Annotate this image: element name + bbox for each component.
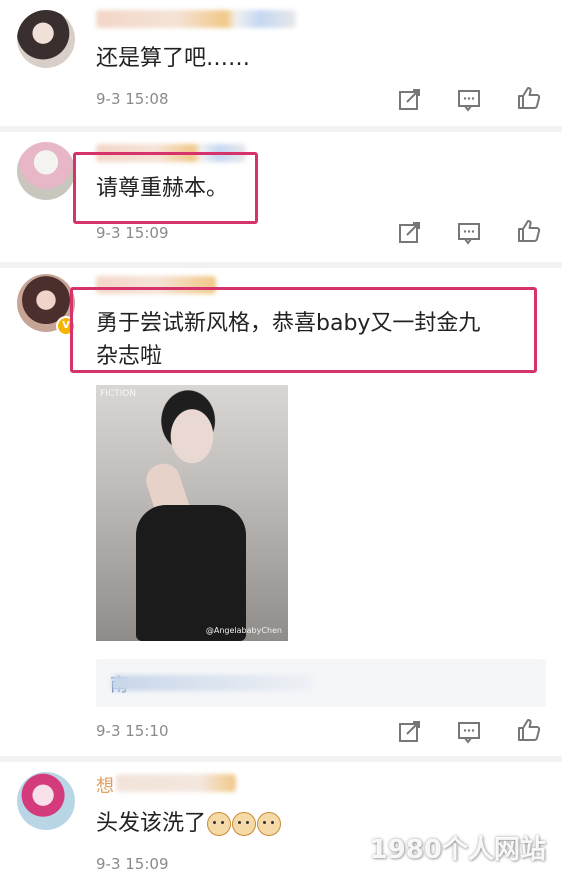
divider	[0, 262, 562, 268]
username-blurred[interactable]	[116, 774, 236, 792]
timestamp: 9-3 15:10	[96, 722, 169, 740]
comment-text-line-2: 杂志啦	[96, 344, 163, 369]
comment-icon	[458, 722, 480, 744]
avatar[interactable]	[17, 142, 75, 200]
comment-icon	[458, 223, 480, 245]
like-icon	[518, 220, 541, 242]
repost-button[interactable]	[397, 87, 423, 113]
divider	[0, 756, 562, 762]
attached-photo[interactable]: FICTION @AngelababyChen	[96, 385, 288, 641]
comment-icon	[458, 90, 480, 112]
timestamp: 9-3 15:08	[96, 90, 169, 108]
repost-icon	[399, 721, 420, 742]
reply-button[interactable]	[456, 220, 482, 246]
username-first-char[interactable]: 想	[96, 772, 114, 798]
like-button[interactable]	[516, 717, 542, 743]
repost-button[interactable]	[397, 719, 423, 745]
cat-emoji-icon	[207, 812, 232, 836]
photo-watermark: FICTION	[100, 389, 137, 399]
comment-text: 请尊重赫本。	[96, 176, 229, 201]
like-button[interactable]	[516, 85, 542, 111]
comment-text-body: 头发该洗了	[96, 811, 207, 836]
photo-figure-dress	[136, 505, 246, 641]
avatar[interactable]	[17, 10, 75, 68]
like-icon	[518, 87, 541, 109]
comment-text: 头发该洗了	[96, 807, 282, 841]
timestamp: 9-3 15:09	[96, 855, 169, 873]
divider	[0, 126, 562, 132]
username-blurred[interactable]	[96, 10, 296, 28]
reply-text-blurred	[112, 675, 312, 691]
timestamp: 9-3 15:09	[96, 224, 169, 242]
comment-text: 还是算了吧……	[96, 46, 251, 71]
photo-caption: @AngelababyChen	[205, 626, 282, 635]
like-button[interactable]	[516, 218, 542, 244]
reply-button[interactable]	[456, 719, 482, 745]
reply-button[interactable]	[456, 87, 482, 113]
comment-text-line-1: 勇于尝试新风格，恭喜baby又一封金九	[96, 311, 481, 336]
site-watermark: 1980个人网站	[369, 835, 546, 865]
cat-emoji-icon	[257, 812, 282, 836]
avatar[interactable]	[17, 772, 75, 830]
repost-button[interactable]	[397, 220, 423, 246]
like-icon	[518, 719, 541, 741]
repost-icon	[399, 222, 420, 243]
repost-icon	[399, 89, 420, 110]
reply-preview[interactable]: 南	[96, 659, 546, 707]
cat-emoji-icon	[232, 812, 257, 836]
emoji-group	[206, 807, 282, 841]
